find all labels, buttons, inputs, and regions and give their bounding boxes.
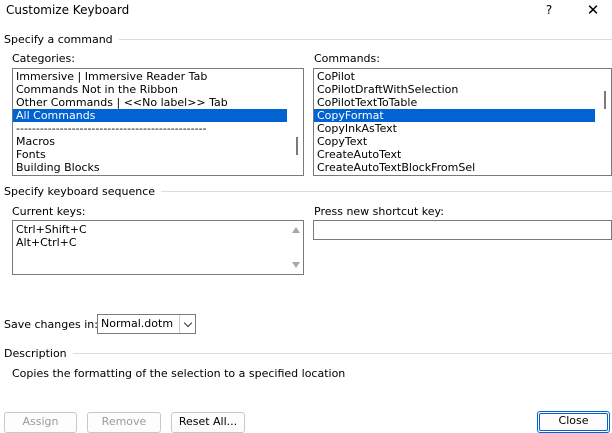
save-changes-label: Save changes in: [4, 318, 98, 331]
save-changes-dropdown-button[interactable] [179, 315, 195, 333]
group-divider [161, 190, 612, 192]
description-group: Description [4, 346, 612, 360]
save-changes-select[interactable]: Normal.dotm [97, 314, 196, 334]
new-shortcut-label: Press new shortcut key: [314, 205, 444, 218]
commands-scrollbar[interactable] [597, 69, 611, 175]
current-keys-listbox[interactable]: Ctrl+Shift+C Alt+Ctrl+C [12, 220, 304, 275]
keyboard-sequence-group-label: Specify keyboard sequence [4, 184, 156, 198]
category-item-selected[interactable]: All Commands [13, 109, 287, 122]
category-item[interactable]: Fonts [13, 148, 303, 161]
specify-command-group-label: Specify a command [4, 32, 113, 46]
categories-scrollbar[interactable] [289, 69, 303, 175]
group-divider [72, 352, 612, 354]
command-item[interactable]: CoPilotDraftWithSelection [314, 83, 611, 96]
close-button[interactable]: Close [537, 411, 610, 433]
command-item[interactable]: CopyInkAsText [314, 122, 611, 135]
category-item[interactable]: Immersive | Immersive Reader Tab [13, 70, 303, 83]
description-group-label: Description [4, 346, 67, 360]
command-item[interactable]: CopyText [314, 135, 611, 148]
current-key-item[interactable]: Alt+Ctrl+C [13, 236, 303, 249]
close-window-button[interactable]: ✕ [580, 0, 606, 22]
keyboard-sequence-group: Specify keyboard sequence [4, 184, 612, 198]
group-divider [118, 38, 612, 40]
category-item[interactable]: Building Blocks [13, 161, 303, 174]
new-shortcut-input[interactable] [313, 220, 612, 240]
categories-scroll-thumb[interactable] [296, 137, 298, 155]
categories-label: Categories: [12, 52, 75, 65]
help-button[interactable]: ? [536, 0, 562, 22]
scroll-down-arrow-icon[interactable] [292, 262, 300, 268]
scroll-up-arrow-icon[interactable] [292, 227, 300, 233]
commands-scroll-thumb[interactable] [604, 91, 606, 109]
command-item-selected[interactable]: CopyFormat [314, 109, 595, 122]
assign-button[interactable]: Assign [4, 412, 77, 433]
category-separator: ----------------------------------------… [16, 122, 207, 135]
command-item[interactable]: CreateAutoTextBlockFromSel [314, 161, 611, 174]
reset-all-button[interactable]: Reset All... [171, 412, 245, 433]
categories-listbox[interactable]: Immersive | Immersive Reader Tab Command… [12, 68, 304, 176]
category-item[interactable]: Macros [13, 135, 303, 148]
category-item[interactable]: Other Commands | <<No label>> Tab [13, 96, 303, 109]
current-keys-scrollbar[interactable] [289, 221, 303, 274]
title-bar: Customize Keyboard ? ✕ [0, 0, 612, 22]
command-item[interactable]: CoPilotTextToTable [314, 96, 611, 109]
description-text: Copies the formatting of the selection t… [12, 367, 346, 380]
current-key-item[interactable]: Ctrl+Shift+C [13, 223, 303, 236]
current-keys-label: Current keys: [12, 205, 86, 218]
remove-button[interactable]: Remove [87, 412, 161, 433]
save-changes-value: Normal.dotm [101, 317, 174, 330]
category-item[interactable]: Commands Not in the Ribbon [13, 83, 303, 96]
commands-label: Commands: [314, 52, 380, 65]
command-item[interactable]: CoPilot [314, 70, 611, 83]
window-title: Customize Keyboard [6, 3, 130, 17]
commands-listbox[interactable]: CoPilot CoPilotDraftWithSelection CoPilo… [313, 68, 612, 176]
command-item[interactable]: CreateAutoText [314, 148, 611, 161]
specify-command-group: Specify a command [4, 32, 612, 46]
chevron-down-icon [183, 318, 192, 327]
